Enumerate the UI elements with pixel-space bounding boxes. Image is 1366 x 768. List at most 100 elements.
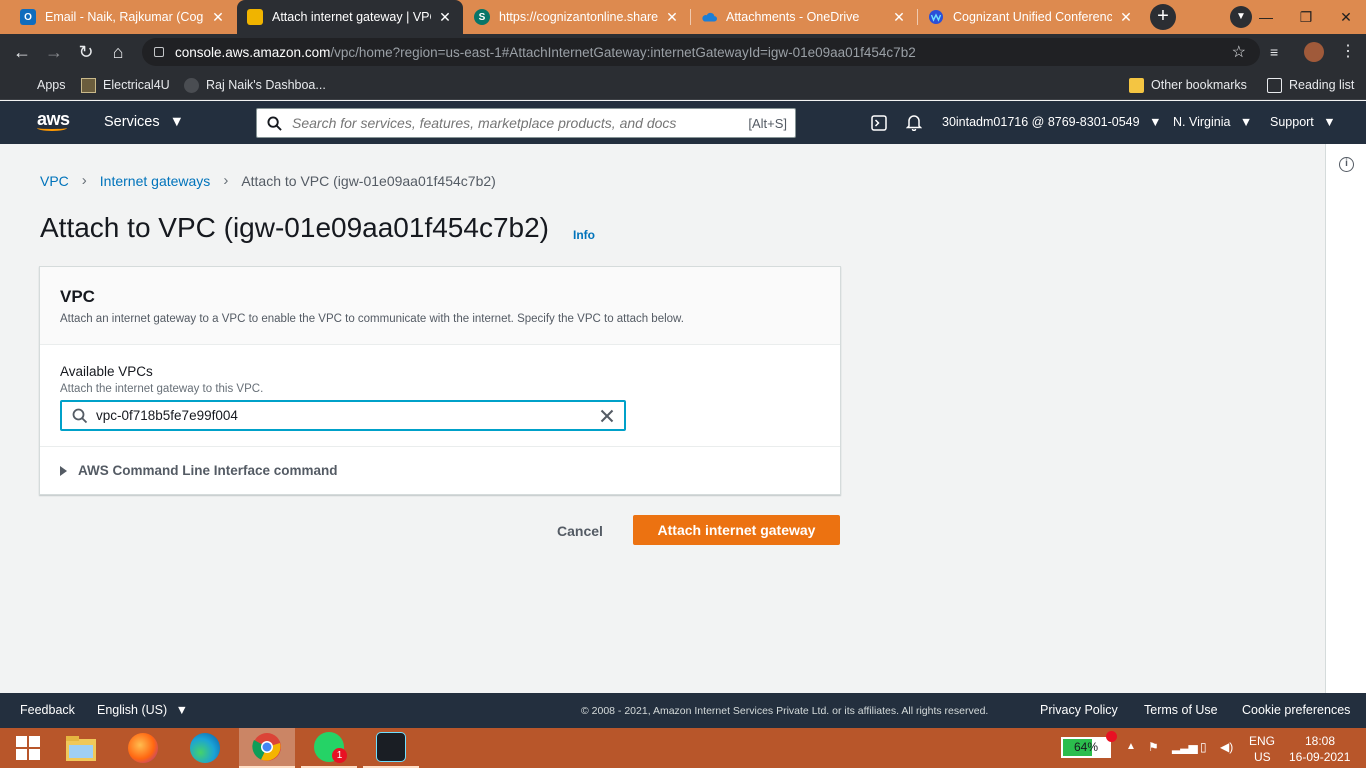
firefox-icon[interactable] <box>115 728 171 768</box>
panel-title: VPC <box>60 287 95 306</box>
clock-date[interactable]: 16-09-2021 <box>1289 750 1350 764</box>
divider <box>40 446 840 447</box>
media-control-icon[interactable]: ≡ <box>1270 44 1278 60</box>
info-icon[interactable]: i <box>1339 157 1354 172</box>
input-language-bottom[interactable]: US <box>1254 750 1271 764</box>
close-icon[interactable]: ✕ <box>210 9 226 26</box>
cookie-preferences-link[interactable]: Cookie preferences <box>1242 703 1350 717</box>
speaker-icon[interactable]: ◀) <box>1220 740 1233 754</box>
caret-down-icon: ▼ <box>1239 115 1253 129</box>
chevron-right-icon: › <box>81 172 87 189</box>
bookmark-label: Other bookmarks <box>1151 78 1247 92</box>
browser-tab-strip: O Email - Naik, Rajkumar (Cogniz ✕ Attac… <box>0 0 1366 34</box>
windows-start-icon[interactable] <box>0 728 56 768</box>
bookmark-other[interactable]: Other bookmarks <box>1129 70 1247 100</box>
bookmark-raj-dashboard[interactable]: Raj Naik's Dashboa... <box>184 70 326 100</box>
cli-command-expander[interactable]: AWS Command Line Interface command <box>60 463 338 478</box>
windows-taskbar: 1 64% ▲ ⚑ ▂▃▅ ▯ ◀) ENG US 18:08 16-09-20… <box>0 728 1366 768</box>
language-selector[interactable]: English (US) ▼ <box>97 703 188 717</box>
whatsapp-icon[interactable]: 1 <box>301 728 357 768</box>
close-icon[interactable]: ✕ <box>891 9 907 26</box>
breadcrumb-vpc[interactable]: VPC <box>40 173 69 189</box>
region-label: N. Virginia <box>1173 115 1231 129</box>
bookmark-label: Electrical4U <box>103 78 170 92</box>
breadcrumb: VPC › Internet gateways › Attach to VPC … <box>40 172 496 189</box>
aws-search-input[interactable] <box>292 115 749 131</box>
reading-list[interactable]: Reading list <box>1267 70 1354 100</box>
caret-down-icon: ▼ <box>1323 115 1336 129</box>
minimize-icon[interactable]: — <box>1246 0 1286 34</box>
tab-attach-internet-gateway[interactable]: Attach internet gateway | VPC M ✕ <box>237 0 463 34</box>
restore-icon[interactable]: ❐ <box>1286 0 1326 34</box>
info-link[interactable]: Info <box>573 228 595 242</box>
available-vpcs-description: Attach the internet gateway to this VPC. <box>60 383 264 395</box>
flag-icon[interactable]: ⚑ <box>1148 740 1159 754</box>
close-icon[interactable]: ✕ <box>1118 9 1134 26</box>
services-menu[interactable]: Services ▼ <box>104 114 184 130</box>
profile-avatar[interactable] <box>1304 42 1324 62</box>
home-icon[interactable]: ⌂ <box>105 39 131 65</box>
available-vpcs-input[interactable] <box>96 408 600 423</box>
aws-top-navigation: aws Services ▼ [Alt+S] 30intadm01716 @ 8… <box>0 101 1366 144</box>
address-bar[interactable]: console.aws.amazon.com/vpc/home?region=u… <box>142 38 1260 66</box>
folder-icon <box>1129 77 1144 93</box>
support-menu[interactable]: Support ▼ <box>1270 115 1336 129</box>
battery-tray-icon[interactable]: ▯ <box>1200 740 1207 754</box>
bookmark-label: Raj Naik's Dashboa... <box>206 78 326 92</box>
bookmark-electrical4u[interactable]: Electrical4U <box>81 70 170 100</box>
search-shortcut-hint: [Alt+S] <box>748 115 787 131</box>
privacy-policy-link[interactable]: Privacy Policy <box>1040 703 1118 717</box>
tab-cognizant-conferencing[interactable]: Cognizant Unified Conferencing ✕ <box>918 0 1144 34</box>
cloudshell-icon[interactable] <box>871 115 887 134</box>
user-avatar-icon <box>184 77 199 93</box>
clock-time[interactable]: 18:08 <box>1305 734 1335 748</box>
reading-list-icon <box>1267 77 1282 93</box>
input-language-top[interactable]: ENG <box>1249 734 1275 748</box>
available-vpcs-search-field[interactable] <box>60 400 626 431</box>
menu-icon[interactable]: ⋮ <box>1340 41 1356 61</box>
breadcrumb-internet-gateways[interactable]: Internet gateways <box>100 173 211 189</box>
attach-internet-gateway-button[interactable]: Attach internet gateway <box>633 515 840 545</box>
url-path: /vpc/home?region=us-east-1#AttachInterne… <box>330 44 916 60</box>
vpc-panel: VPC Attach an internet gateway to a VPC … <box>39 266 841 495</box>
tab-sharepoint[interactable]: S https://cognizantonline.sharepo ✕ <box>464 0 690 34</box>
forward-icon[interactable]: → <box>41 39 67 65</box>
region-menu[interactable]: N. Virginia ▼ <box>1173 115 1252 129</box>
tray-chevron-up-icon[interactable]: ▲ <box>1126 741 1136 752</box>
tab-email[interactable]: O Email - Naik, Rajkumar (Cogniz ✕ <box>10 0 236 34</box>
new-tab-button[interactable]: + <box>1150 4 1176 30</box>
tab-title: Cognizant Unified Conferencing <box>953 10 1112 24</box>
caret-down-icon: ▼ <box>169 114 184 130</box>
account-menu[interactable]: 30intadm01716 @ 8769-8301-0549 ▼ <box>942 115 1161 129</box>
outlook-icon: O <box>20 9 36 25</box>
webex-icon <box>928 9 944 25</box>
bookmark-apps[interactable]: Apps <box>15 70 66 100</box>
chrome-icon[interactable] <box>239 728 295 768</box>
apps-grid-icon <box>15 78 30 93</box>
notifications-bell-icon[interactable] <box>905 114 923 134</box>
feedback-link[interactable]: Feedback <box>20 703 75 717</box>
file-explorer-icon[interactable] <box>53 728 109 768</box>
back-icon[interactable]: ← <box>9 39 35 65</box>
aws-logo[interactable]: aws <box>37 110 71 134</box>
services-label: Services <box>104 114 160 130</box>
cli-command-label: AWS Command Line Interface command <box>78 463 338 478</box>
network-signal-icon[interactable]: ▂▃▅ <box>1172 740 1198 754</box>
clear-icon[interactable] <box>600 409 614 423</box>
tab-onedrive[interactable]: Attachments - OneDrive ✕ <box>691 0 917 34</box>
bookmark-star-icon[interactable]: ☆ <box>1232 42 1246 62</box>
window-close-icon[interactable]: ✕ <box>1326 0 1366 34</box>
terms-of-use-link[interactable]: Terms of Use <box>1144 703 1218 717</box>
available-vpcs-label: Available VPCs <box>60 364 153 379</box>
reload-icon[interactable]: ↻ <box>73 39 99 65</box>
close-icon[interactable]: ✕ <box>664 9 680 26</box>
edge-icon[interactable] <box>177 728 233 768</box>
close-icon[interactable]: ✕ <box>437 9 453 26</box>
language-label: English (US) <box>97 703 168 717</box>
webex-meetings-icon[interactable] <box>363 728 419 768</box>
bookmark-label: Apps <box>37 78 66 92</box>
breadcrumb-current: Attach to VPC (igw-01e09aa01f454c7b2) <box>241 172 496 189</box>
aws-search-box[interactable]: [Alt+S] <box>256 108 796 138</box>
battery-indicator[interactable]: 64% <box>1061 737 1111 758</box>
cancel-button[interactable]: Cancel <box>540 517 620 545</box>
